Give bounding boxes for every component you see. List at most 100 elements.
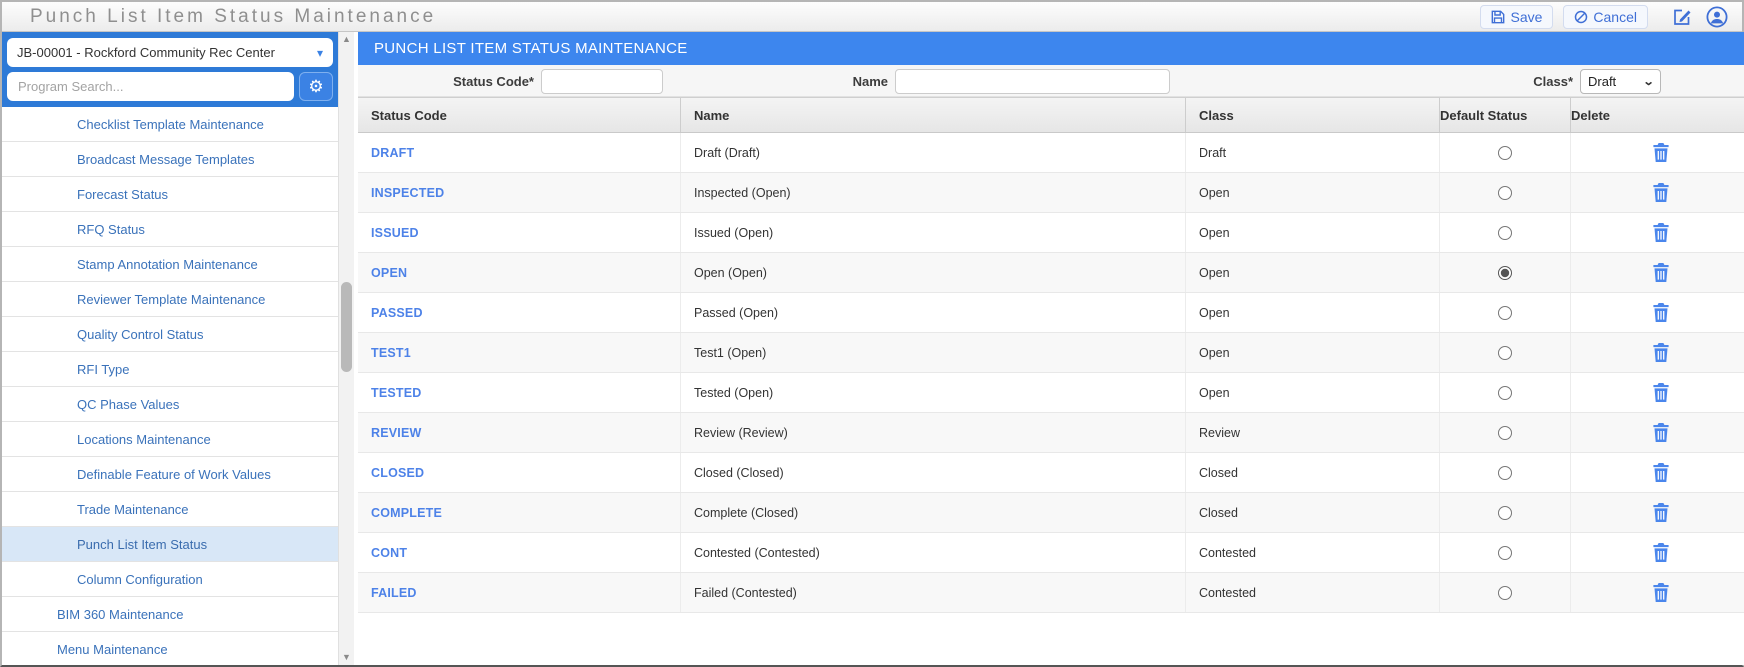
default-status-radio[interactable]	[1498, 265, 1512, 280]
status-code-input[interactable]	[541, 68, 663, 94]
sidebar-item[interactable]: Trade Maintenance	[2, 492, 338, 527]
panel-header: PUNCH LIST ITEM STATUS MAINTENANCE	[358, 32, 1744, 65]
sidebar-item[interactable]: QC Phase Values	[2, 387, 338, 422]
sidebar-item-label: Stamp Annotation Maintenance	[77, 256, 258, 272]
sidebar-item[interactable]: RFI Type	[2, 352, 338, 387]
default-status-cell	[1440, 453, 1571, 492]
sidebar-item-label: BIM 360 Maintenance	[57, 606, 184, 622]
table-row: FAILED Failed (Contested) Contested	[358, 573, 1744, 613]
status-code-link[interactable]: INSPECTED	[371, 186, 444, 200]
table-row: OPEN Open (Open) Open	[358, 253, 1744, 293]
status-code-cell: CONT	[358, 533, 681, 572]
sidebar-item[interactable]: Checklist Template Maintenance	[2, 107, 338, 142]
sidebar-item[interactable]: Column Configuration	[2, 562, 338, 597]
name-cell: Tested (Open)	[681, 373, 1186, 412]
delete-cell	[1571, 293, 1744, 332]
gear-button[interactable]: ⚙	[299, 72, 333, 101]
sidebar-item[interactable]: Forecast Status	[2, 177, 338, 212]
trash-icon[interactable]	[1652, 383, 1669, 402]
trash-icon[interactable]	[1652, 303, 1669, 322]
program-search-input[interactable]	[7, 72, 294, 101]
status-code-group: Status Code*	[358, 65, 663, 97]
save-button[interactable]: Save	[1480, 4, 1554, 29]
sidebar-menu: Checklist Template Maintenance Broadcast …	[2, 107, 338, 665]
cancel-button[interactable]: Cancel	[1563, 4, 1648, 29]
default-status-cell	[1440, 253, 1571, 292]
default-status-radio[interactable]	[1498, 585, 1512, 600]
sidebar-item[interactable]: Locations Maintenance	[2, 422, 338, 457]
default-status-radio[interactable]	[1498, 545, 1512, 560]
default-status-radio[interactable]	[1498, 185, 1512, 200]
status-code-link[interactable]: TESTED	[371, 386, 422, 400]
chevron-down-icon: ▾	[316, 45, 323, 60]
trash-icon[interactable]	[1652, 143, 1669, 162]
column-header-class: Class	[1186, 98, 1440, 132]
status-code-link[interactable]: OPEN	[371, 266, 407, 280]
sidebar-item[interactable]: BIM 360 Maintenance	[2, 597, 338, 632]
sidebar-item[interactable]: Stamp Annotation Maintenance	[2, 247, 338, 282]
default-status-radio[interactable]	[1498, 505, 1512, 520]
default-status-radio[interactable]	[1498, 345, 1512, 360]
class-select[interactable]: Draft ⌄	[1580, 68, 1661, 94]
default-status-radio[interactable]	[1498, 385, 1512, 400]
trash-icon[interactable]	[1652, 463, 1669, 482]
sidebar-item[interactable]: Broadcast Message Templates	[2, 142, 338, 177]
trash-icon[interactable]	[1652, 183, 1669, 202]
table-row: DRAFT Draft (Draft) Draft	[358, 133, 1744, 173]
column-header-delete: Delete	[1571, 107, 1611, 123]
table-body: DRAFT Draft (Draft) Draft INSPECTED Inspecte…	[358, 133, 1744, 665]
status-code-cell: INSPECTED	[358, 173, 681, 212]
cancel-button-label: Cancel	[1593, 8, 1637, 25]
sidebar-item[interactable]: Quality Control Status	[2, 317, 338, 352]
class-cell: Closed	[1186, 493, 1440, 532]
trash-icon[interactable]	[1652, 223, 1669, 242]
trash-icon[interactable]	[1652, 503, 1669, 522]
name-cell: Complete (Closed)	[681, 493, 1186, 532]
project-select[interactable]: JB-00001 - Rockford Community Rec Center…	[7, 38, 333, 67]
status-code-link[interactable]: CONT	[371, 546, 407, 560]
trash-icon[interactable]	[1652, 543, 1669, 562]
default-status-radio[interactable]	[1498, 305, 1512, 320]
sidebar-scrollbar[interactable]: ▲ ▼	[338, 32, 354, 665]
default-status-radio[interactable]	[1498, 465, 1512, 480]
punch-list-status-window: { "colors": { "accent_blue": "#3b82e4", …	[0, 0, 1744, 667]
name-cell: Passed (Open)	[681, 293, 1186, 332]
default-status-radio[interactable]	[1498, 225, 1512, 240]
default-status-radio[interactable]	[1498, 145, 1512, 160]
sidebar-item-label: Definable Feature of Work Values	[77, 466, 271, 482]
table-row: CONT Contested (Contested) Contested	[358, 533, 1744, 573]
sidebar-item[interactable]: Punch List Item Status	[2, 527, 338, 562]
column-header-status-code: Status Code	[358, 98, 681, 132]
trash-icon[interactable]	[1652, 423, 1669, 442]
table-row: INSPECTED Inspected (Open) Open	[358, 173, 1744, 213]
status-code-cell: REVIEW	[358, 413, 681, 452]
status-code-cell: ISSUED	[358, 213, 681, 252]
sidebar-item-label: QC Phase Values	[77, 396, 180, 412]
scrollbar-thumb[interactable]	[341, 282, 352, 372]
status-code-link[interactable]: ISSUED	[371, 226, 419, 240]
sidebar-item[interactable]: RFQ Status	[2, 212, 338, 247]
sidebar-item[interactable]: Definable Feature of Work Values	[2, 457, 338, 492]
trash-icon[interactable]	[1652, 583, 1669, 602]
table-row: TESTED Tested (Open) Open	[358, 373, 1744, 413]
edit-button[interactable]	[1672, 7, 1692, 27]
default-status-radio[interactable]	[1498, 425, 1512, 440]
status-code-link[interactable]: REVIEW	[371, 426, 422, 440]
sidebar-item[interactable]: Menu Maintenance	[2, 632, 338, 665]
status-code-link[interactable]: PASSED	[371, 306, 423, 320]
app-body: JB-00001 - Rockford Community Rec Center…	[2, 32, 1744, 665]
status-code-link[interactable]: TEST1	[371, 346, 411, 360]
status-code-link[interactable]: COMPLETE	[371, 506, 442, 520]
table-header: Status Code Name Class Default Status De…	[358, 97, 1744, 133]
status-code-link[interactable]: FAILED	[371, 586, 417, 600]
sidebar-item[interactable]: Reviewer Template Maintenance	[2, 282, 338, 317]
scroll-up-icon[interactable]: ▲	[342, 35, 351, 44]
trash-icon[interactable]	[1652, 263, 1669, 282]
status-code-link[interactable]: CLOSED	[371, 466, 424, 480]
trash-icon[interactable]	[1652, 343, 1669, 362]
user-button[interactable]	[1706, 5, 1728, 28]
scroll-down-icon[interactable]: ▼	[342, 653, 351, 662]
name-input[interactable]	[895, 68, 1170, 94]
status-code-link[interactable]: DRAFT	[371, 146, 414, 160]
default-status-cell	[1440, 413, 1571, 452]
